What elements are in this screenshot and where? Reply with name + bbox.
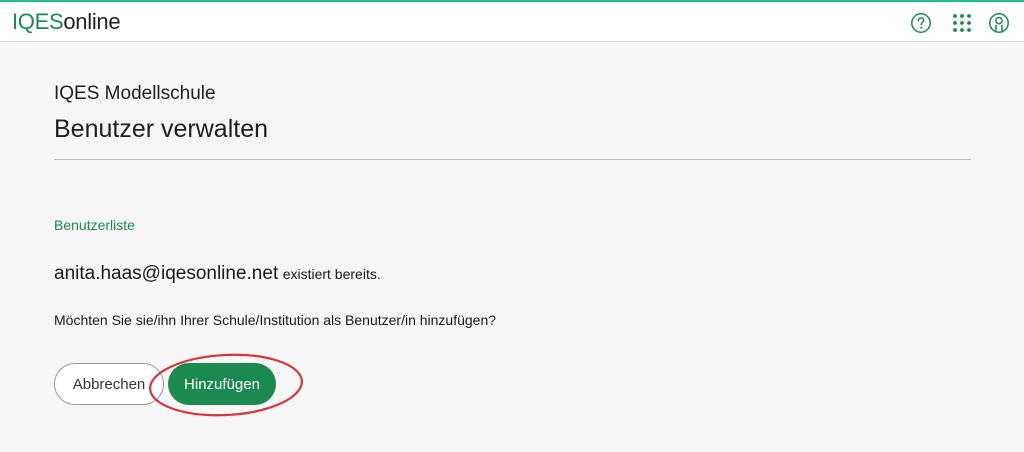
exists-text: existiert bereits. <box>282 266 381 282</box>
add-user-button[interactable]: Hinzufügen <box>168 363 276 405</box>
user-account-icon[interactable] <box>988 12 1010 34</box>
breadcrumb-user-list-link[interactable]: Benutzerliste <box>54 217 135 234</box>
top-navigation-bar: IQESonline <box>0 0 1024 42</box>
page-title: Benutzer verwalten <box>54 115 269 143</box>
user-exists-message: anita.haas@iqesonline.net existiert bere… <box>54 262 381 287</box>
title-divider <box>54 159 971 160</box>
main-content: IQES Modellschule Benutzer verwalten Ben… <box>54 43 971 452</box>
iqesonline-logo[interactable]: IQESonline <box>12 9 121 35</box>
add-user-question: Möchten Sie sie/ihn Ihrer Schule/Institu… <box>54 312 497 328</box>
school-name: IQES Modellschule <box>54 83 216 104</box>
apps-grid-icon[interactable] <box>951 12 973 34</box>
user-email: anita.haas@iqesonline.net <box>54 263 279 284</box>
help-circle-icon[interactable] <box>910 12 932 34</box>
cancel-button[interactable]: Abbrechen <box>54 363 164 405</box>
logo-brand-text: IQES <box>12 9 64 34</box>
logo-suffix-text: online <box>63 9 121 34</box>
